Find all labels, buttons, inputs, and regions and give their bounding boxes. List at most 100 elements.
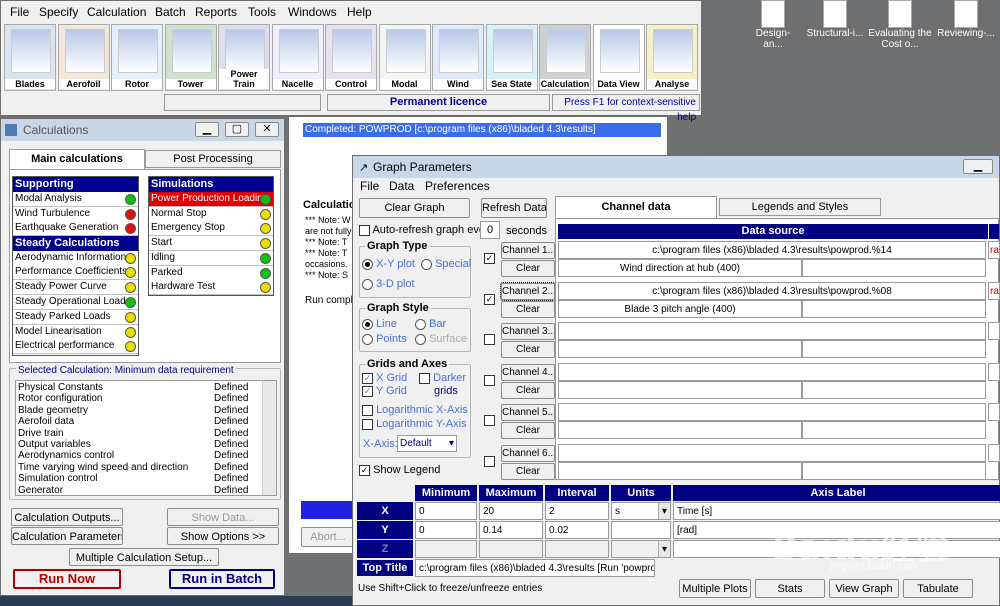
radio[interactable] bbox=[362, 258, 373, 270]
channel-path[interactable]: c:\program files (x86)\bladed 4.3\result… bbox=[558, 281, 986, 300]
channel-clear-button[interactable]: Clear bbox=[501, 462, 555, 480]
menu-preferences[interactable]: Preferences bbox=[425, 179, 490, 193]
checkbox[interactable] bbox=[419, 372, 430, 384]
toolbar-button-blades[interactable]: Blades bbox=[4, 24, 56, 91]
show-options-button[interactable]: Show Options >> bbox=[167, 527, 279, 545]
channel-unit[interactable]: rad bbox=[988, 241, 1000, 259]
channel-unit[interactable] bbox=[988, 403, 1000, 421]
channel-unit[interactable] bbox=[988, 443, 1000, 462]
channel-variable[interactable] bbox=[558, 380, 802, 399]
channel-variable[interactable] bbox=[558, 421, 802, 439]
show-legend-checkbox[interactable]: ✓ Show Legend bbox=[359, 464, 440, 476]
special-radio[interactable]: Special bbox=[421, 258, 471, 270]
show-data-button[interactable]: Show Data... bbox=[167, 508, 279, 526]
channel-button[interactable]: Channel 4... bbox=[501, 363, 555, 381]
requirements-scrollbar[interactable] bbox=[262, 381, 276, 495]
axis-interval-field[interactable]: 0.02 bbox=[545, 521, 609, 539]
axis-units-field[interactable]: s ▾ bbox=[611, 502, 671, 520]
list-item[interactable]: Performance Coefficients bbox=[13, 265, 138, 281]
tab-post-processing[interactable]: Post Processing bbox=[145, 150, 281, 168]
radio[interactable] bbox=[421, 258, 432, 270]
minimize-button[interactable]: ▁ bbox=[963, 159, 993, 174]
view-graph-button[interactable]: View Graph bbox=[829, 579, 899, 598]
list-item[interactable]: Steady Parked Loads bbox=[13, 309, 138, 325]
bar-radio[interactable]: Bar bbox=[415, 318, 446, 330]
menu-help[interactable]: Help bbox=[347, 5, 372, 19]
toolbar-button-nacelle[interactable]: Nacelle bbox=[271, 24, 324, 91]
channel-enable-checkbox[interactable] bbox=[484, 334, 495, 345]
tab-legends-styles[interactable]: Legends and Styles bbox=[719, 198, 881, 216]
channel-enable-checkbox[interactable]: ✓ bbox=[484, 253, 495, 264]
channel-clear-button[interactable]: Clear bbox=[501, 341, 555, 358]
stats-button[interactable]: Stats bbox=[755, 579, 825, 598]
toolbar-button-tower[interactable]: Tower bbox=[164, 24, 217, 91]
checkbox[interactable]: ✓ bbox=[362, 385, 373, 397]
menu-file[interactable]: File bbox=[360, 179, 379, 193]
channel-path[interactable]: c:\program files (x86)\bladed 4.3\result… bbox=[558, 241, 986, 259]
auto-refresh-checkbox[interactable]: Auto-refresh graph every bbox=[359, 224, 494, 236]
clear-graph-button[interactable]: Clear Graph bbox=[359, 198, 470, 218]
checkbox[interactable] bbox=[362, 404, 373, 416]
channel-button[interactable]: Channel 1... bbox=[501, 242, 555, 259]
channel-path[interactable] bbox=[558, 443, 986, 462]
radio[interactable] bbox=[415, 333, 426, 345]
axis-interval-field[interactable] bbox=[545, 540, 609, 558]
toolbar-button-data-view[interactable]: Data View bbox=[592, 24, 645, 91]
list-item[interactable]: Earthquake Generation bbox=[13, 221, 138, 236]
list-item[interactable]: Start bbox=[149, 236, 273, 252]
log-x-checkbox[interactable]: Logarithmic X-Axis bbox=[362, 404, 468, 416]
toolbar-button-wind[interactable]: Wind bbox=[432, 24, 484, 91]
axis-units-field[interactable]: ▾ bbox=[611, 540, 671, 558]
minimize-button[interactable]: ▁ bbox=[195, 122, 219, 137]
toolbar-button-analyse[interactable]: Analyse bbox=[646, 24, 698, 91]
channel-unit[interactable]: rad bbox=[988, 281, 1000, 300]
menu-batch[interactable]: Batch bbox=[155, 5, 186, 19]
top-title-field[interactable]: c:\program files (x86)\bladed 4.3\result… bbox=[415, 559, 655, 577]
list-item[interactable]: Modal Analysis bbox=[13, 192, 138, 207]
channel-enable-checkbox[interactable]: ✓ bbox=[484, 293, 495, 305]
list-item[interactable]: Aerodynamic Information bbox=[13, 250, 138, 266]
list-item[interactable]: Parked bbox=[149, 265, 273, 281]
channel-clear-button[interactable]: Clear bbox=[501, 422, 555, 439]
axis-units-field[interactable] bbox=[611, 521, 671, 539]
close-button[interactable]: ✕ bbox=[255, 122, 279, 137]
menu-file[interactable]: File bbox=[10, 5, 29, 19]
tab-channel-data[interactable]: Channel data bbox=[555, 196, 717, 218]
axis-min-field[interactable]: 0 bbox=[415, 521, 477, 539]
axis-interval-field[interactable]: 2 bbox=[545, 502, 609, 520]
menu-windows[interactable]: Windows bbox=[288, 5, 337, 19]
toolbar-button-power-train[interactable]: Power Train bbox=[218, 24, 270, 91]
surface-radio[interactable]: Surface bbox=[415, 333, 467, 345]
refresh-data-button[interactable]: Refresh Data bbox=[481, 198, 547, 218]
x-axis-select[interactable]: Default ▾ bbox=[397, 435, 457, 452]
list-item[interactable]: Hardware Test bbox=[149, 280, 273, 296]
channel-path[interactable] bbox=[558, 403, 986, 421]
channel-variable[interactable] bbox=[558, 340, 802, 358]
radio[interactable] bbox=[362, 318, 373, 330]
desktop-icon-1[interactable]: Design-an... bbox=[748, 0, 798, 50]
xy-plot-radio[interactable]: X-Y plot bbox=[362, 258, 415, 270]
channel-unit[interactable] bbox=[988, 362, 1000, 381]
radio[interactable] bbox=[415, 318, 426, 330]
toolbar-button-aerofoil[interactable]: Aerofoil bbox=[57, 24, 110, 91]
channel-button[interactable]: Channel 2... bbox=[500, 281, 556, 301]
tab-main-calculations[interactable]: Main calculations bbox=[9, 149, 145, 169]
channel-enable-checkbox[interactable] bbox=[484, 374, 495, 386]
desktop-icon-4[interactable]: Reviewing-... bbox=[936, 0, 996, 50]
channel-enable-checkbox[interactable] bbox=[484, 455, 495, 467]
channel-enable-checkbox[interactable] bbox=[484, 415, 495, 426]
toolbar-button-rotor[interactable]: Rotor bbox=[111, 24, 163, 91]
toolbar-button-control[interactable]: Control bbox=[325, 24, 377, 91]
axis-min-field[interactable]: 0 bbox=[415, 502, 477, 520]
list-item[interactable]: Idling bbox=[149, 250, 273, 266]
menu-specify[interactable]: Specify bbox=[39, 5, 78, 19]
list-item[interactable]: Steady Operational Loads bbox=[13, 294, 138, 310]
desktop-icon-3[interactable]: Evaluating the Cost o... bbox=[868, 0, 932, 60]
tabulate-button[interactable]: Tabulate bbox=[903, 579, 973, 598]
channel-button[interactable]: Channel 5... bbox=[501, 404, 555, 421]
toolbar-button-calculation[interactable]: Calculation bbox=[539, 24, 591, 91]
menu-calculation[interactable]: Calculation bbox=[87, 5, 146, 19]
list-item[interactable]: Model Linearisation bbox=[13, 324, 138, 340]
darker-grids-checkbox[interactable]: Darker bbox=[419, 372, 466, 384]
channel-unit[interactable] bbox=[988, 322, 1000, 340]
